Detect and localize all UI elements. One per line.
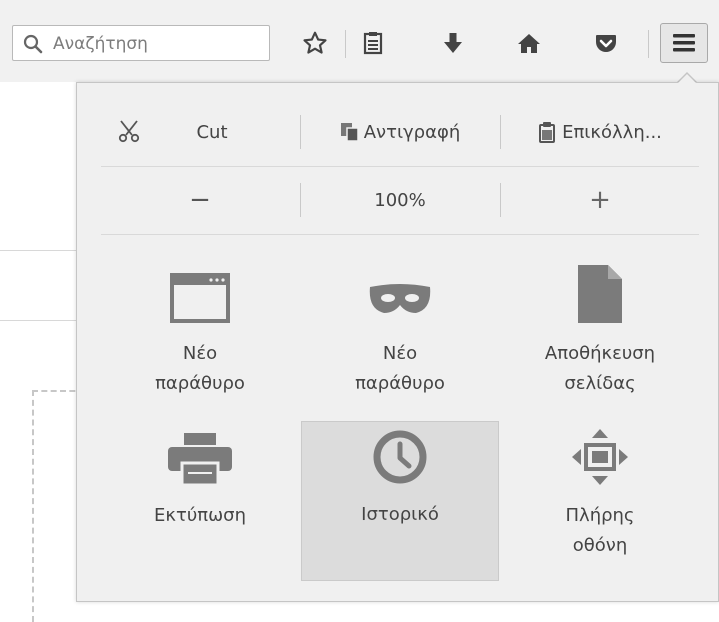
bookmark-star-button[interactable] <box>298 26 332 60</box>
paste-icon <box>539 122 556 143</box>
print-button[interactable]: Εκτύπωση <box>101 423 299 583</box>
edit-controls: Cut Αντιγραφή Επικόλλη... <box>101 99 699 165</box>
fullscreen-icon <box>572 429 628 485</box>
panel-arrow-fill <box>677 74 697 84</box>
clock-icon <box>373 430 427 484</box>
paste-button[interactable]: Επικόλλη... <box>501 99 699 165</box>
zoom-level-label: 100% <box>374 189 426 211</box>
zoom-in-label: + <box>589 185 611 215</box>
history-label: Ιστορικό <box>361 504 439 525</box>
download-icon <box>444 33 462 53</box>
content-divider <box>0 320 76 321</box>
zoom-out-label: − <box>189 185 211 215</box>
fullscreen-label: Πλήρης οθόνη <box>565 505 635 556</box>
search-box[interactable] <box>12 25 270 61</box>
app-menu-panel: Cut Αντιγραφή Επικόλλη... − 100% + Νέο π… <box>76 82 719 602</box>
new-private-window-button[interactable]: Νέο παράθυρο <box>301 261 499 421</box>
zoom-reset-button[interactable]: 100% <box>301 167 499 233</box>
search-icon <box>23 34 43 54</box>
cut-button[interactable]: Cut <box>101 99 299 165</box>
fullscreen-button[interactable]: Πλήρης οθόνη <box>501 423 699 583</box>
printer-icon <box>168 433 232 485</box>
menu-divider <box>101 234 699 235</box>
content-divider <box>0 250 76 251</box>
reading-list-icon <box>363 32 383 55</box>
toolbar-separator <box>345 30 346 58</box>
copy-icon <box>340 123 359 142</box>
save-page-label: Αποθήκευση σελίδας <box>544 343 656 394</box>
reading-list-button[interactable] <box>356 26 390 60</box>
new-window-label: Νέο παράθυρο <box>155 343 245 394</box>
window-icon <box>170 273 230 323</box>
copy-button[interactable]: Αντιγραφή <box>301 99 499 165</box>
star-icon <box>303 31 327 54</box>
paste-label: Επικόλλη... <box>562 121 662 143</box>
menu-icon <box>673 34 695 52</box>
zoom-out-button[interactable]: − <box>101 167 299 233</box>
save-page-button[interactable]: Αποθήκευση σελίδας <box>501 261 699 421</box>
toolbar-separator <box>648 30 649 58</box>
pocket-button[interactable] <box>589 26 623 60</box>
history-button[interactable]: Ιστορικό <box>301 421 499 581</box>
scissors-icon <box>118 120 140 143</box>
pocket-icon <box>596 35 616 52</box>
home-button[interactable] <box>512 26 546 60</box>
cut-label: Cut <box>196 121 228 143</box>
zoom-in-button[interactable]: + <box>501 167 699 233</box>
private-mask-icon <box>369 284 431 313</box>
zoom-controls: − 100% + <box>101 167 699 233</box>
page-icon <box>578 265 622 323</box>
home-icon <box>518 34 540 53</box>
search-input[interactable] <box>51 30 265 58</box>
print-label: Εκτύπωση <box>154 505 246 526</box>
new-private-window-label: Νέο παράθυρο <box>355 343 445 394</box>
new-window-button[interactable]: Νέο παράθυρο <box>101 261 299 421</box>
downloads-button[interactable] <box>436 26 470 60</box>
toolbar <box>0 0 719 83</box>
open-menu-button[interactable] <box>660 23 708 63</box>
copy-label: Αντιγραφή <box>363 121 461 143</box>
